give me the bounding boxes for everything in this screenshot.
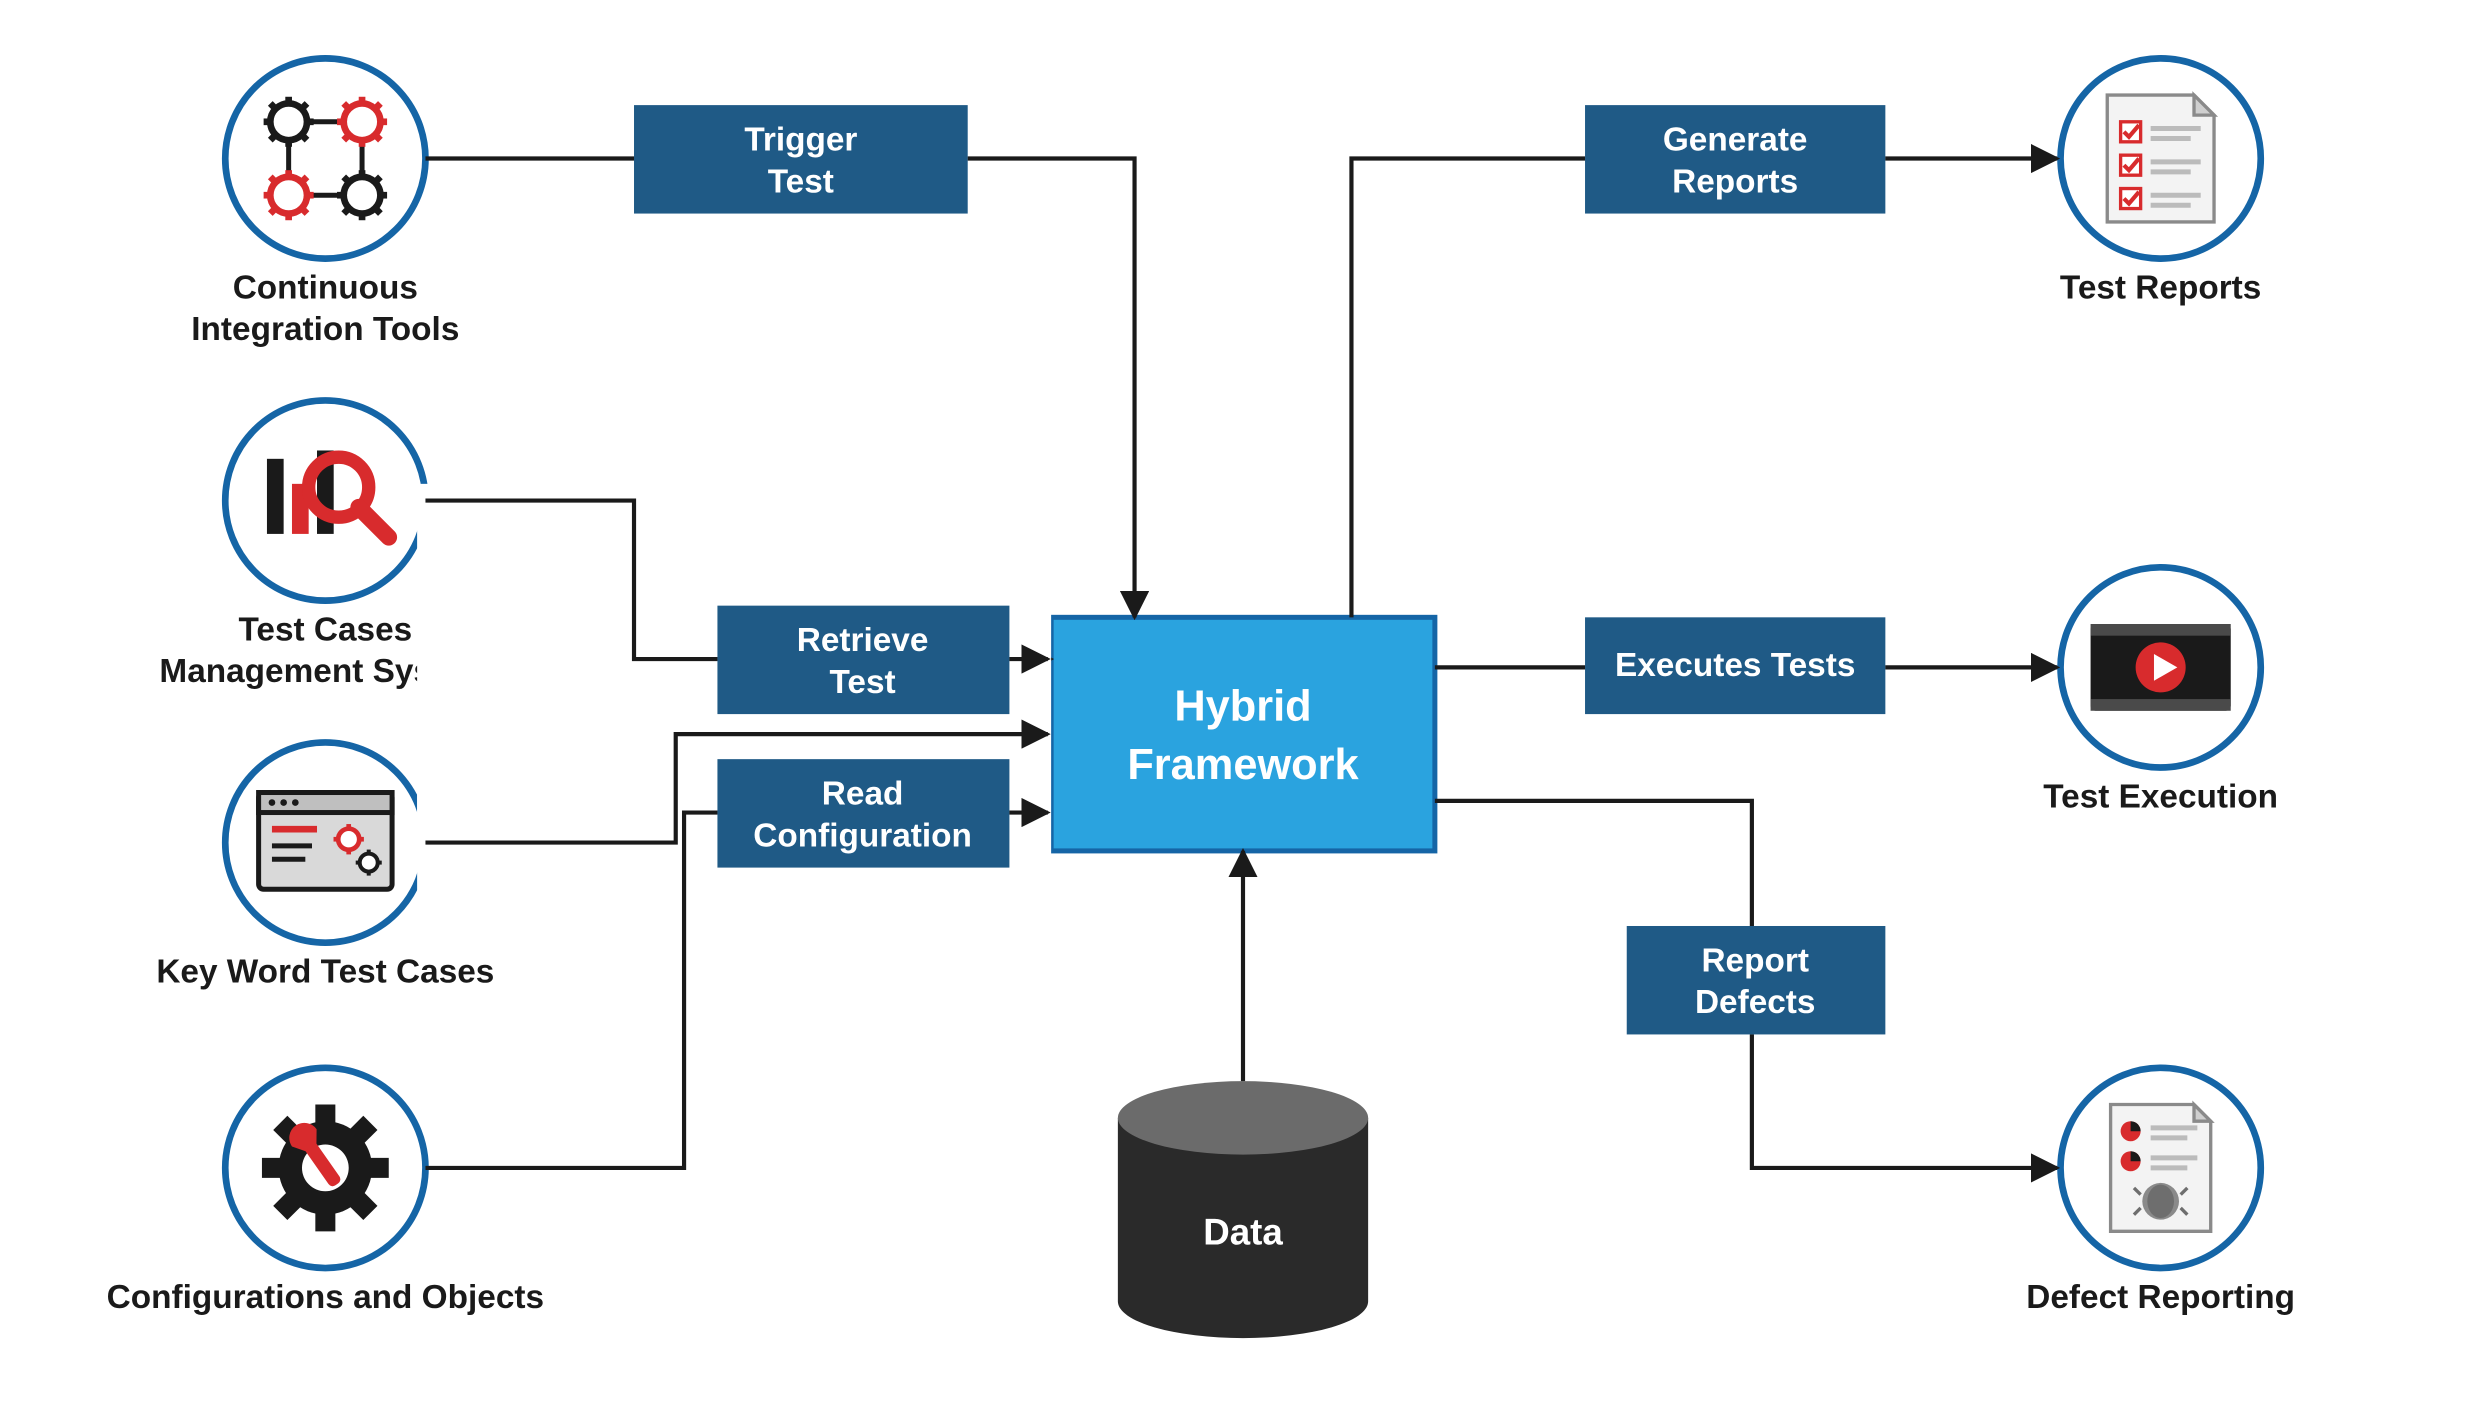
svg-text:Report: Report: [1701, 943, 1809, 980]
box-report-defects: Report Defects: [1627, 926, 1886, 1034]
line-center-generate: [1351, 159, 1585, 618]
center-hybrid-framework: Hybrid Framework: [1051, 617, 1435, 851]
node-test-reports: Test Reports: [2060, 58, 2261, 306]
checklist-document-icon: [2107, 95, 2214, 222]
arrow-reportdefects-node: [1752, 1034, 2057, 1167]
node-defect-reporting: Defect Reporting: [2026, 1068, 2295, 1316]
svg-text:Trigger: Trigger: [744, 122, 857, 159]
center-title-line2: Framework: [1127, 741, 1359, 789]
node-configurations-objects: Configurations and Objects: [107, 1068, 544, 1316]
svg-text:Test: Test: [768, 163, 834, 200]
svg-text:Retrieve: Retrieve: [797, 622, 929, 659]
box-trigger-test: Trigger Test: [634, 105, 968, 213]
svg-text:Configurations and Objects: Configurations and Objects: [107, 1279, 544, 1316]
gear-wrench-icon: [262, 1105, 389, 1232]
bug-report-icon: [2111, 1105, 2211, 1232]
svg-text:Test: Test: [830, 664, 896, 701]
svg-text:Defects: Defects: [1695, 984, 1816, 1021]
line-center-reportdefects: [1435, 801, 1752, 926]
node-test-execution: Test Execution: [2043, 567, 2278, 815]
data-cylinder: Data: [1118, 1081, 1368, 1338]
box-executes-tests: Executes Tests: [1585, 617, 1885, 714]
svg-text:Generate: Generate: [1663, 122, 1808, 159]
svg-text:Defect Reporting: Defect Reporting: [2026, 1279, 2295, 1316]
svg-text:Test Execution: Test Execution: [2043, 778, 2278, 815]
svg-text:Test Reports: Test Reports: [2060, 269, 2261, 306]
svg-text:Executes Tests: Executes Tests: [1615, 647, 1855, 684]
svg-text:Test Cases: Test Cases: [239, 612, 413, 649]
box-generate-reports: Generate Reports: [1585, 105, 1885, 213]
svg-text:Configuration: Configuration: [753, 817, 972, 854]
center-title-line1: Hybrid: [1174, 683, 1311, 731]
browser-gears-icon: [259, 793, 392, 890]
svg-text:Key Word Test Cases: Key Word Test Cases: [156, 954, 494, 991]
box-retrieve-test-redraw: Retrieve Test: [717, 606, 1009, 714]
svg-text:Continuous: Continuous: [233, 269, 418, 306]
svg-text:Integration Tools: Integration Tools: [191, 311, 459, 348]
hybrid-framework-diagram: Hybrid Framework Data: [0, 0, 2486, 1418]
data-label: Data: [1203, 1211, 1283, 1252]
svg-text:Read: Read: [822, 776, 904, 813]
svg-text:Reports: Reports: [1672, 163, 1798, 200]
node-continuous-integration: Continuous Integration Tools: [191, 58, 459, 348]
box-read-configuration-redraw: Read Configuration: [717, 759, 1009, 867]
video-play-icon: [2091, 624, 2231, 711]
